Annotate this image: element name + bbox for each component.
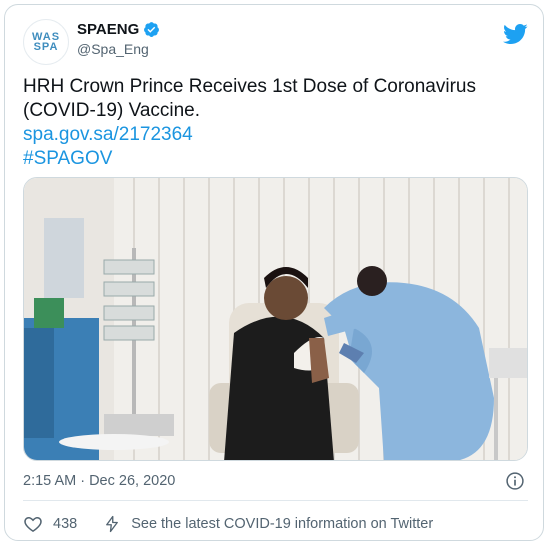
avatar-logo: WAS SPA: [32, 32, 60, 53]
author-handle[interactable]: @Spa_Eng: [77, 41, 160, 57]
heart-icon: [24, 516, 42, 532]
tweet-text-line1: HRH Crown Prince Receives 1st Dose of Co…: [23, 76, 476, 97]
tweet-text: HRH Crown Prince Receives 1st Dose of Co…: [23, 75, 528, 171]
vaccination-photo: [24, 178, 527, 460]
info-icon[interactable]: [505, 471, 525, 491]
twitter-bird-icon[interactable]: [502, 21, 528, 47]
verified-badge-icon: [144, 22, 160, 37]
tweet-photo[interactable]: [23, 177, 528, 461]
display-name-text[interactable]: SPAENG: [77, 21, 139, 38]
like-button[interactable]: 438: [23, 514, 77, 534]
author-names: SPAENG @Spa_Eng: [77, 21, 160, 57]
avatar[interactable]: WAS SPA: [23, 19, 69, 65]
tweet-card: WAS SPA SPAENG @Spa_Eng HRH Crown Prince…: [4, 4, 544, 541]
tweet-timestamp[interactable]: 2:15 AM · Dec 26, 2020: [23, 473, 175, 489]
tweet-url-link[interactable]: spa.gov.sa/2172364: [23, 123, 528, 147]
like-count: 438: [53, 516, 78, 532]
footer-divider: [23, 500, 528, 501]
lightning-icon: [106, 515, 119, 533]
tweet-footer: 438 See the latest COVID-19 information …: [23, 510, 528, 538]
hashtag-link[interactable]: #SPAGOV: [23, 147, 528, 171]
tweet-text-line2: (COVID-19) Vaccine.: [23, 100, 201, 121]
covid-info-link[interactable]: See the latest COVID-19 information on T…: [131, 516, 433, 532]
tweet-header: WAS SPA SPAENG @Spa_Eng: [23, 19, 528, 65]
author-display-name[interactable]: SPAENG: [77, 21, 160, 38]
avatar-logo-bottom: SPA: [33, 41, 59, 53]
